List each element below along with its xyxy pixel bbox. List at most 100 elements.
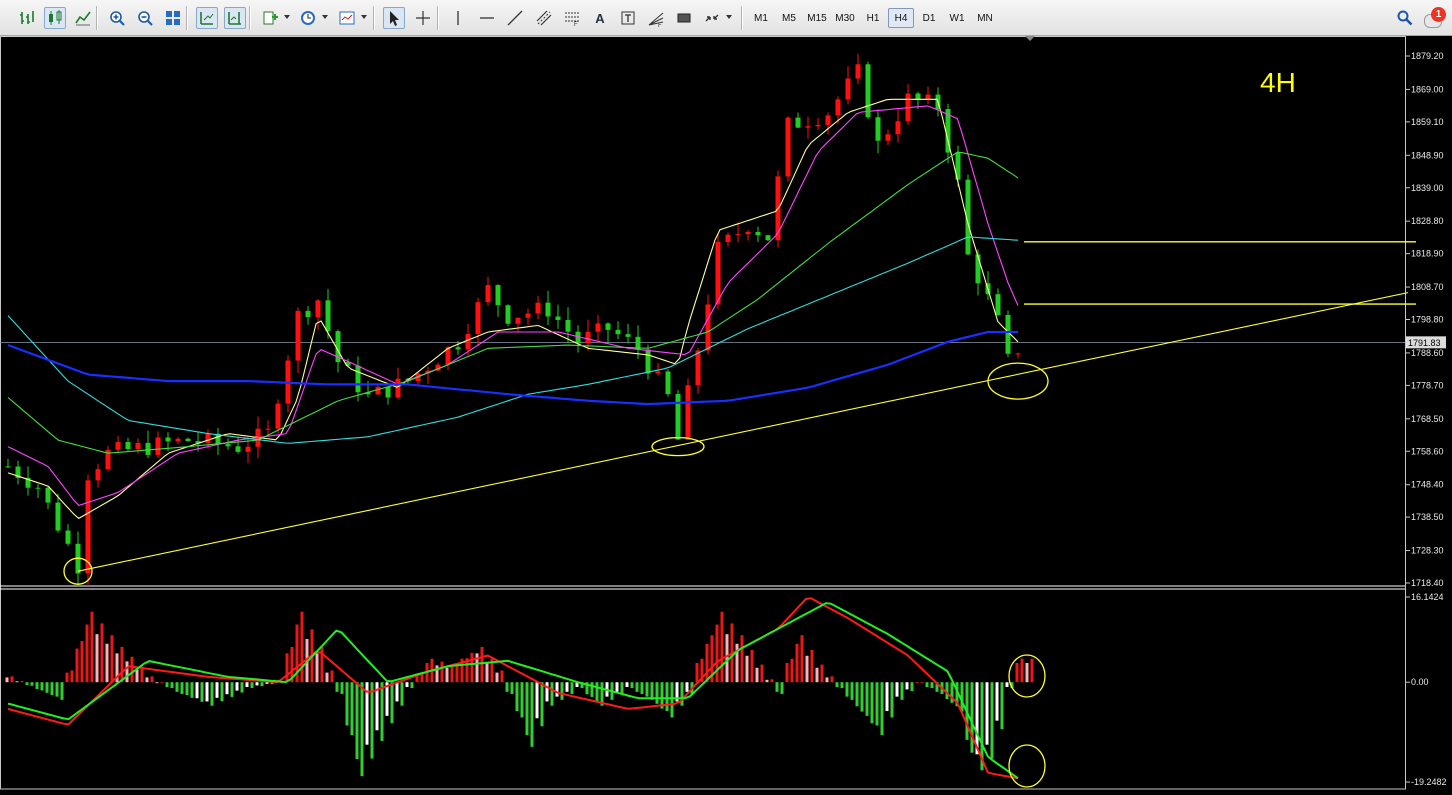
tile-windows-icon[interactable]: [162, 7, 184, 29]
notifications-icon[interactable]: 1: [1422, 6, 1448, 30]
macd-histogram-bar: [245, 682, 249, 688]
timeframe-w1-button[interactable]: W1: [944, 8, 970, 28]
autoscroll-icon[interactable]: [196, 7, 218, 29]
timeframe-m5-button[interactable]: M5: [776, 8, 802, 28]
arrows-icon-glyph: [705, 14, 719, 22]
macd-histogram-bar: [480, 646, 484, 683]
macd-histogram-bar: [630, 682, 634, 689]
line-chart-icon-glyph: [75, 11, 91, 26]
macd-histogram-bar: [755, 667, 759, 683]
chevron-down-icon[interactable]: [322, 15, 328, 19]
rectangle-icon[interactable]: [673, 7, 695, 29]
templates-icon[interactable]: [336, 7, 358, 29]
line-chart-icon[interactable]: [72, 7, 94, 29]
text-label-icon[interactable]: [617, 7, 639, 29]
macd-histogram-bar: [100, 623, 104, 683]
macd-histogram-bar: [520, 682, 524, 718]
chevron-down-icon[interactable]: [361, 15, 367, 19]
macd-histogram-bar: [235, 682, 239, 691]
horizontal-line-icon[interactable]: [476, 7, 498, 29]
macd-histogram-bar: [345, 682, 349, 726]
indicators-icon[interactable]: [259, 7, 281, 29]
search-icon[interactable]: [1396, 9, 1414, 27]
timeframe-h4-button[interactable]: H4: [888, 8, 914, 28]
macd-histogram-bar: [985, 682, 989, 745]
candle-body: [45, 487, 51, 503]
macd-histogram-bar: [170, 682, 174, 689]
macd-histogram-bar: [555, 682, 559, 697]
macd-histogram-bar: [45, 682, 49, 693]
candle-body: [885, 134, 891, 141]
timeframe-h1-button[interactable]: H1: [860, 8, 886, 28]
macd-histogram-bar: [335, 682, 339, 692]
text-icon[interactable]: A: [589, 7, 611, 29]
candle-body: [375, 386, 381, 395]
macd-histogram-bar: [770, 679, 774, 683]
chart-shift-marker[interactable]: [1025, 36, 1035, 41]
candle-body: [185, 438, 191, 442]
macd-histogram-bar: [35, 682, 39, 689]
macd-histogram-bar: [380, 682, 384, 741]
candle-body: [695, 350, 701, 386]
vertical-line-icon-glyph: [457, 11, 459, 25]
macd-histogram-bar: [880, 682, 884, 736]
low-highlight-ellipse[interactable]: [651, 437, 705, 457]
macd-histogram-bar: [970, 682, 974, 753]
macd-histogram-bar: [590, 682, 594, 697]
periodicity-clock-icon[interactable]: [297, 7, 319, 29]
candle-body: [475, 302, 481, 334]
timeframe-m15-button[interactable]: M15: [804, 8, 830, 28]
macd-histogram-bar: [55, 682, 59, 697]
macd-histogram-bar: [550, 682, 554, 706]
fibonacci-retracement-icon-glyph: F: [565, 12, 579, 27]
macd-histogram-bar: [910, 682, 914, 692]
macd-histogram-bar: [220, 682, 224, 702]
equidistant-channel-icon[interactable]: [533, 7, 555, 29]
candle-body: [325, 300, 331, 332]
trendline-icon[interactable]: [504, 7, 526, 29]
chart-shift-icon[interactable]: [224, 7, 246, 29]
candle-body: [175, 438, 181, 442]
candle-body: [95, 469, 101, 481]
macd-histogram-bar: [805, 655, 809, 683]
macd-highlight-ellipse[interactable]: [1008, 744, 1046, 788]
macd-histogram-bar: [560, 682, 564, 700]
crosshair-icon[interactable]: [412, 7, 434, 29]
macd-histogram-bar: [655, 682, 659, 704]
timeframe-mn-button[interactable]: MN: [972, 8, 998, 28]
macd-histogram-bar: [250, 682, 254, 689]
toolbar-separator: [437, 6, 439, 30]
toolbar-separator: [249, 6, 251, 30]
candle-body: [755, 231, 761, 236]
vertical-line-icon[interactable]: [447, 7, 469, 29]
zoom-out-icon[interactable]: [134, 7, 156, 29]
macd-histogram-bar: [625, 682, 629, 688]
bar-chart-icon[interactable]: [16, 7, 38, 29]
candlestick-chart-icon[interactable]: [44, 7, 66, 29]
timeframe-m30-button[interactable]: M30: [832, 8, 858, 28]
arrows-icon[interactable]: [701, 7, 723, 29]
fibonacci-retracement-icon[interactable]: F: [561, 7, 583, 29]
fibonacci-fan-icon[interactable]: F: [645, 7, 667, 29]
chevron-down-icon[interactable]: [284, 15, 290, 19]
macd-histogram-bar: [695, 662, 699, 683]
macd-histogram-bar: [925, 682, 929, 688]
macd-histogram-bar: [850, 682, 854, 700]
candle-body: [975, 254, 981, 284]
chart-window[interactable]: 1879.20 1869.00 1859.10 1848.90 1839.00 1828.…: [0, 36, 1452, 790]
macd-histogram-bar: [930, 682, 934, 689]
macd-histogram-bar: [355, 682, 359, 760]
price-chart[interactable]: 1879.20 1869.00 1859.10 1848.90 1839.00 1828.…: [0, 36, 1452, 790]
price-tick-label: 1718.40: [1411, 578, 1444, 588]
price-tick-label: 1768.50: [1411, 414, 1444, 424]
macd-histogram-bar: [75, 648, 79, 683]
zoom-in-icon[interactable]: [106, 7, 128, 29]
low-highlight-ellipse[interactable]: [987, 362, 1049, 400]
candlesticks: [5, 53, 1021, 587]
timeframe-d1-button[interactable]: D1: [916, 8, 942, 28]
cursor-icon[interactable]: [383, 7, 405, 29]
timeframe-m1-button[interactable]: M1: [748, 8, 774, 28]
chevron-down-icon[interactable]: [726, 15, 732, 19]
macd-histogram-bar: [545, 682, 549, 702]
macd-histogram-bar: [875, 682, 879, 726]
